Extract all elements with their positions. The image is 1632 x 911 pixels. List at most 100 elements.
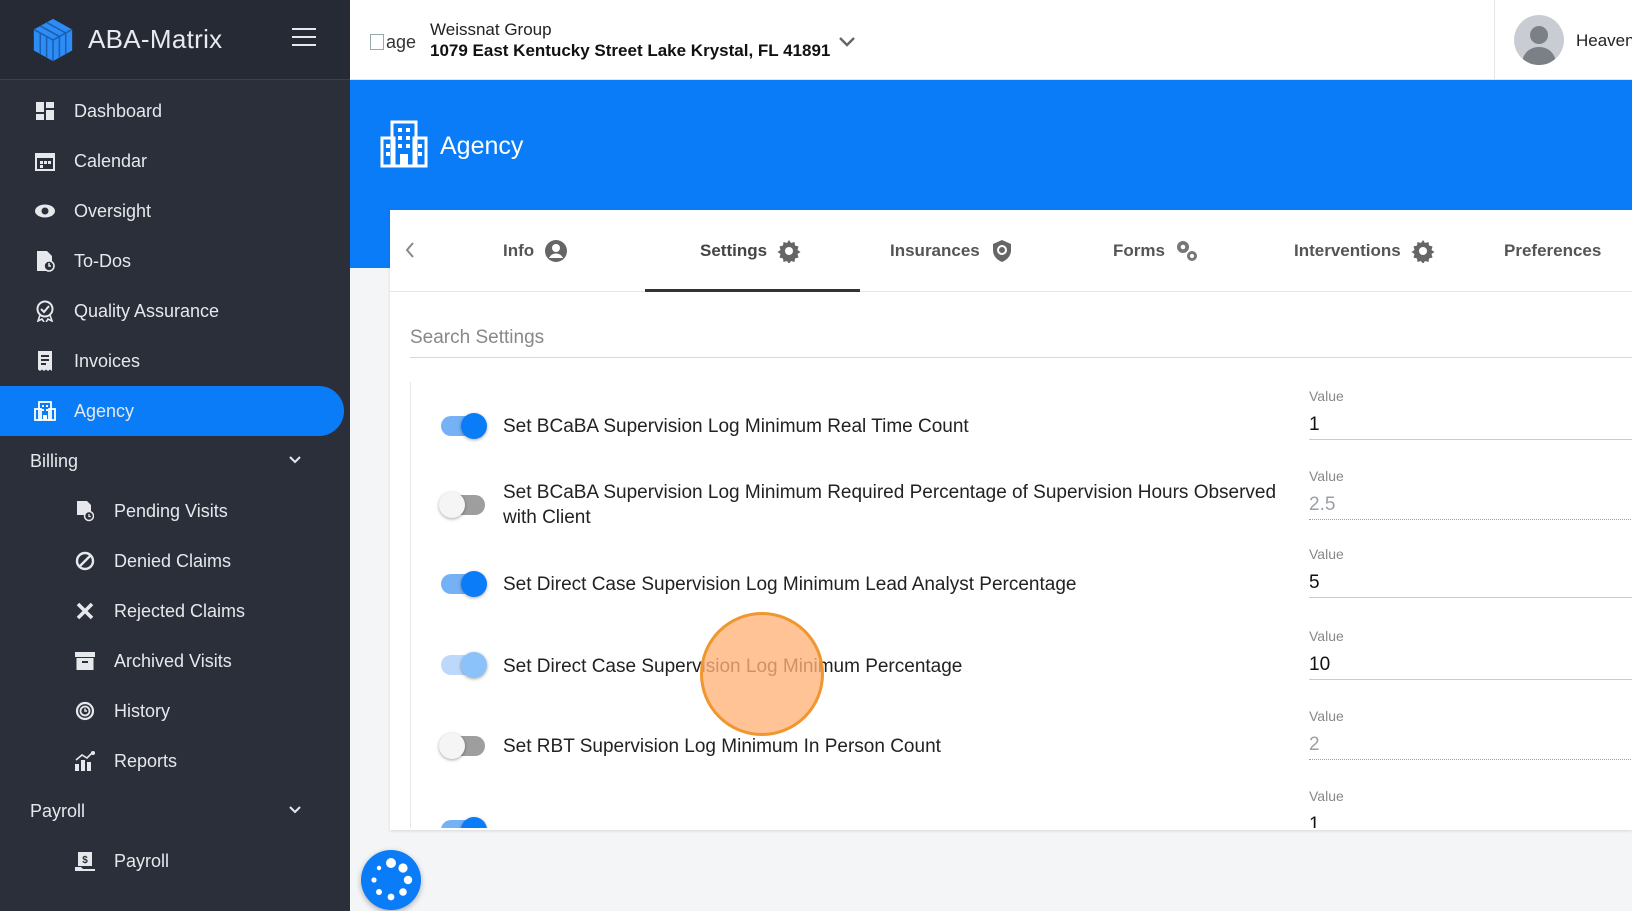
setting-label: Set BCaBA Supervision Log Minimum Real T…	[503, 416, 969, 437]
building-icon	[34, 400, 56, 422]
setting-toggle[interactable]	[439, 733, 485, 759]
tab-interventions[interactable]: Interventions	[1294, 210, 1435, 292]
value-input[interactable]: 2	[1309, 726, 1632, 760]
setting-value-field[interactable]: Value 1	[1309, 388, 1632, 440]
sidebar-item-label: Agency	[74, 400, 135, 421]
setting-toggle[interactable]	[441, 652, 487, 678]
badge-check-icon	[34, 300, 56, 322]
sidebar-item-pending-visits[interactable]: Pending Visits	[0, 486, 350, 536]
tab-label: Insurances	[890, 241, 980, 260]
loading-spinner-button[interactable]	[361, 850, 421, 910]
eye-icon	[34, 200, 56, 222]
setting-toggle[interactable]	[441, 571, 487, 597]
tab-settings[interactable]: Settings	[700, 210, 801, 292]
sidebar-item-rejected-claims[interactable]: Rejected Claims	[0, 586, 350, 636]
payroll-icon: $	[74, 850, 96, 872]
org-name[interactable]: Weissnat Group	[430, 20, 552, 40]
tab-info[interactable]: Info	[503, 210, 568, 292]
sidebar-item-dashboard[interactable]: Dashboard	[0, 86, 350, 136]
value-input[interactable]: 5	[1309, 564, 1632, 598]
sidebar-item-oversight[interactable]: Oversight	[0, 186, 350, 236]
app-root: ABA-Matrix Dashboard Calendar Oversight …	[0, 0, 1632, 911]
sidebar-item-todos[interactable]: To-Dos	[0, 236, 350, 286]
org-logo-image: age	[370, 32, 416, 53]
chevron-down-icon[interactable]	[836, 30, 858, 52]
value-input[interactable]: 1	[1309, 406, 1632, 440]
sidebar-item-denied-claims[interactable]: Denied Claims	[0, 536, 350, 586]
setting-toggle[interactable]	[441, 413, 487, 439]
dashboard-icon	[34, 100, 56, 122]
sidebar-section-billing[interactable]: Billing	[0, 436, 350, 486]
brand: ABA-Matrix	[0, 0, 350, 80]
setting-toggle[interactable]	[439, 492, 485, 518]
chevron-left-icon[interactable]	[402, 240, 418, 260]
tab-label: Preferences	[1504, 241, 1602, 260]
sidebar-item-label: Oversight	[74, 200, 152, 221]
spinner-dots-icon	[371, 858, 413, 901]
setting-value-field[interactable]: Value 2	[1309, 708, 1632, 760]
value-caption: Value	[1309, 388, 1344, 404]
setting-row: Set BCaBA Supervision Log Minimum Real T…	[411, 382, 1632, 462]
sidebar-item-label: Pending Visits	[114, 500, 228, 521]
setting-row: Set RBT Supervision Log Minimum In Perso…	[411, 706, 1632, 786]
value-input[interactable]: 1	[1309, 806, 1632, 828]
gear-icon	[777, 240, 801, 263]
calendar-icon	[34, 150, 56, 172]
tab-preferences[interactable]: Preferences	[1504, 210, 1601, 292]
setting-row: Value 1	[411, 786, 1632, 828]
user-name[interactable]: Heaven	[1576, 31, 1632, 51]
value-input[interactable]: 10	[1309, 646, 1632, 680]
setting-toggle[interactable]	[441, 817, 487, 828]
search-settings-field[interactable]	[410, 318, 1632, 358]
sidebar-item-archived-visits[interactable]: Archived Visits	[0, 636, 350, 686]
gear-icon	[1411, 240, 1435, 263]
avatar[interactable]	[1514, 15, 1564, 65]
sidebar-item-reports[interactable]: Reports	[0, 736, 350, 786]
search-input[interactable]	[410, 318, 1632, 358]
banner-strip	[350, 210, 390, 268]
x-icon	[74, 600, 96, 622]
sidebar-item-invoices[interactable]: Invoices	[0, 336, 350, 386]
value-caption: Value	[1309, 468, 1344, 484]
sidebar-item-history[interactable]: History	[0, 686, 350, 736]
sidebar-item-payroll[interactable]: $ Payroll	[0, 836, 350, 886]
ban-icon	[74, 550, 96, 572]
value-caption: Value	[1309, 628, 1344, 644]
setting-value-field[interactable]: Value 5	[1309, 546, 1632, 598]
sidebar-item-calendar[interactable]: Calendar	[0, 136, 350, 186]
svg-text:$: $	[82, 855, 88, 866]
menu-toggle-icon[interactable]	[292, 28, 316, 46]
sidebar-item-label: Denied Claims	[114, 550, 232, 571]
page-banner: Agency	[350, 80, 1632, 210]
setting-value-field[interactable]: Value 1	[1309, 788, 1632, 828]
sidebar-section-payroll[interactable]: Payroll	[0, 786, 350, 836]
setting-label: Set RBT Supervision Log Minimum In Perso…	[503, 736, 941, 757]
tab-bar: Info Settings Insurances Forms Intervent…	[390, 210, 1632, 292]
sidebar-item-label: Calendar	[74, 150, 148, 171]
setting-value-field[interactable]: Value 2.5	[1309, 468, 1632, 520]
value-caption: Value	[1309, 788, 1344, 804]
tab-label: Settings	[700, 241, 768, 260]
sidebar-item-quality-assurance[interactable]: Quality Assurance	[0, 286, 350, 336]
history-icon	[74, 700, 96, 722]
setting-label: Set Direct Case Supervision Log Minimum …	[503, 656, 963, 677]
invoice-icon	[34, 350, 56, 372]
click-indicator	[700, 612, 824, 736]
cube-logo-icon	[33, 18, 73, 61]
tab-label: Forms	[1113, 241, 1165, 260]
setting-value-field[interactable]: Value 10	[1309, 628, 1632, 680]
tab-insurances[interactable]: Insurances	[890, 210, 1014, 292]
setting-row: Set Direct Case Supervision Log Minimum …	[411, 626, 1632, 706]
sidebar-item-label: Dashboard	[74, 100, 163, 121]
active-tab-indicator	[645, 289, 860, 292]
org-address[interactable]: 1079 East Kentucky Street Lake Krystal, …	[430, 41, 830, 61]
user-circle-icon	[545, 240, 568, 262]
broken-image-icon	[370, 34, 384, 50]
tab-forms[interactable]: Forms	[1113, 210, 1199, 292]
sidebar-item-agency[interactable]: Agency	[0, 386, 344, 436]
setting-label: Set Direct Case Supervision Log Minimum …	[503, 574, 1077, 595]
sidebar-item-label: Archived Visits	[114, 650, 232, 671]
value-input[interactable]: 2.5	[1309, 486, 1632, 520]
settings-card: Info Settings Insurances Forms Intervent…	[390, 210, 1632, 830]
setting-row: Set BCaBA Supervision Log Minimum Requir…	[411, 462, 1632, 542]
